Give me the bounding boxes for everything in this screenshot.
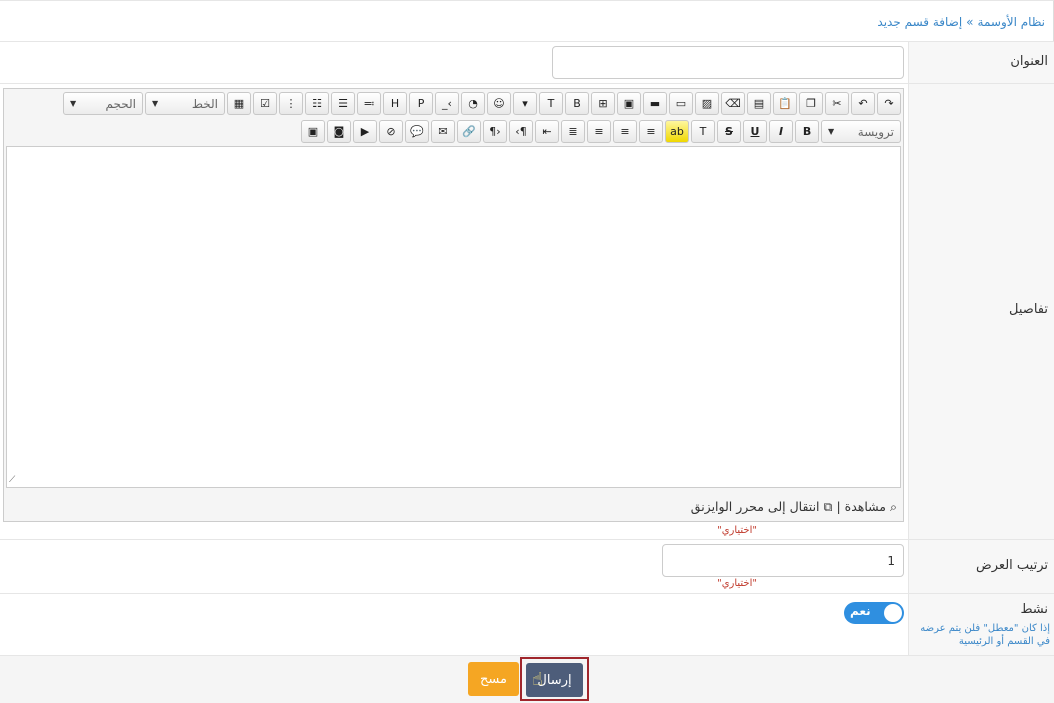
insert-gallery-icon[interactable]: ◙ [327, 120, 351, 143]
display-order-label-cell: ترتيب العرض [908, 540, 1054, 593]
details-optional-note: "اختياري" [717, 525, 757, 536]
unordered-list-icon[interactable]: ☰ [331, 92, 355, 115]
align-left-icon[interactable]: ≡ [639, 120, 663, 143]
insert-text-icon[interactable]: T [539, 92, 563, 115]
details-row: تفاصيل ↷ ↶ ✂ ❐ 📋 ▤ ⌫ ▨ ▭ ▬ ▣ ⊞ B T ▾ ☺ ◔… [0, 83, 1054, 539]
submit-focus-outline: إرسال ☝ [520, 657, 589, 701]
insert-movie-icon[interactable]: ▣ [301, 120, 325, 143]
footer-divider: | [836, 499, 841, 514]
justify-icon[interactable]: ≣ [561, 120, 585, 143]
bold-icon[interactable]: B [795, 120, 819, 143]
breadcrumb: نظام الأوسمة »إضافة قسم جديد [877, 7, 1045, 41]
strikethrough-icon[interactable]: S [717, 120, 741, 143]
link-icon[interactable]: 🔗 [457, 120, 481, 143]
clear-button[interactable]: مسح [468, 662, 519, 696]
title-content-cell [0, 42, 907, 83]
active-content-cell: نعم [0, 594, 907, 655]
checklist-icon[interactable]: ☑ [253, 92, 277, 115]
ordered-list-icon[interactable]: ≔ [357, 92, 381, 115]
title-input[interactable] [552, 46, 904, 79]
active-label-cell: نشط إذا كان "معطل" فلن يتم عرضه في القسم… [908, 594, 1054, 655]
cut-icon[interactable]: ✂ [825, 92, 849, 115]
display-order-label: ترتيب العرض [976, 558, 1048, 573]
highlight-icon[interactable]: ab [665, 120, 689, 143]
title-label: العنوان [1010, 54, 1048, 69]
chevron-down-icon: ▼ [70, 99, 77, 108]
details-content-cell: ↷ ↶ ✂ ❐ 📋 ▤ ⌫ ▨ ▭ ▬ ▣ ⊞ B T ▾ ☺ ◔ ›_ P H… [0, 84, 907, 539]
active-toggle[interactable]: نعم [844, 602, 904, 624]
php-code-icon[interactable]: P [409, 92, 433, 115]
search-icon: ⌕ [889, 499, 897, 514]
insert-box-icon[interactable]: ▭ [669, 92, 693, 115]
resize-grip-icon[interactable]: ⟋ [9, 475, 15, 485]
font-family-select-label: الخط [191, 96, 218, 111]
active-label: نشط [1020, 602, 1048, 617]
insert-image-icon[interactable]: ▨ [695, 92, 719, 115]
list-style-icon[interactable]: ☷ [305, 92, 329, 115]
insert-snapshot-icon[interactable]: ◔ [461, 92, 485, 115]
underline-icon[interactable]: U [743, 120, 767, 143]
ltr-direction-icon[interactable]: ¶› [509, 120, 533, 143]
outdent-icon[interactable]: ⇤ [535, 120, 559, 143]
switch-editor-link[interactable]: انتقال إلى محرر الوايزنق [691, 499, 820, 514]
breadcrumb-separator: » [966, 15, 974, 29]
form-actions: مسح إرسال ☝ [0, 655, 1054, 703]
code-icon[interactable]: ›_ [435, 92, 459, 115]
display-order-optional-note: "اختياري" [717, 578, 757, 589]
rtl-direction-icon[interactable]: ‹¶ [483, 120, 507, 143]
qr-code-icon[interactable]: ▦ [227, 92, 251, 115]
quote-icon[interactable]: 💬 [405, 120, 429, 143]
title-label-cell: العنوان [908, 42, 1054, 83]
rich-text-editor: ↷ ↶ ✂ ❐ 📋 ▤ ⌫ ▨ ▭ ▬ ▣ ⊞ B T ▾ ☺ ◔ ›_ P H… [3, 88, 904, 522]
window-icon: ⧉ [823, 499, 833, 514]
email-icon[interactable]: ✉ [431, 120, 455, 143]
display-order-row: ترتيب العرض "اختياري" [0, 539, 1054, 593]
unlink-icon[interactable]: ⊘ [379, 120, 403, 143]
heading-select[interactable]: ترويسة ▼ [821, 120, 901, 143]
display-order-content-cell: "اختياري" [0, 540, 907, 593]
editor-toolbar-row-1: ↷ ↶ ✂ ❐ 📋 ▤ ⌫ ▨ ▭ ▬ ▣ ⊞ B T ▾ ☺ ◔ ›_ P H… [63, 92, 901, 116]
preview-link[interactable]: مشاهدة [845, 499, 886, 514]
align-center-icon[interactable]: ≡ [613, 120, 637, 143]
smiley-icon[interactable]: ☺ [487, 92, 511, 115]
paste-text-icon[interactable]: ▤ [747, 92, 771, 115]
chevron-down-icon: ▼ [152, 99, 159, 108]
font-size-select-label: الحجم [105, 96, 136, 111]
italic-icon[interactable]: I [769, 120, 793, 143]
breadcrumb-root-link[interactable]: نظام الأوسمة [978, 15, 1045, 29]
text-color-icon[interactable]: T [691, 120, 715, 143]
insert-attachment-icon[interactable]: ▬ [643, 92, 667, 115]
toggle-knob [884, 604, 902, 622]
paste-icon[interactable]: 📋 [773, 92, 797, 115]
details-label-cell: تفاصيل [908, 84, 1054, 539]
editor-text-area[interactable]: ⟋ [6, 146, 901, 488]
breadcrumb-current: إضافة قسم جديد [877, 15, 963, 29]
active-row: نشط إذا كان "معطل" فلن يتم عرضه في القسم… [0, 593, 1054, 655]
remove-format-icon[interactable]: ⌫ [721, 92, 745, 115]
insert-bbcode-icon[interactable]: B [565, 92, 589, 115]
undo-icon[interactable]: ↶ [851, 92, 875, 115]
active-toggle-label: نعم [850, 604, 871, 618]
editor-footer: ⌕ مشاهدة | ⧉ انتقال إلى محرر الوايزنق [691, 499, 897, 515]
font-size-select[interactable]: الحجم ▼ [63, 92, 143, 115]
chevron-down-icon: ▼ [828, 127, 835, 136]
insert-media-icon[interactable]: ▣ [617, 92, 641, 115]
align-right-icon[interactable]: ≡ [587, 120, 611, 143]
copy-icon[interactable]: ❐ [799, 92, 823, 115]
page-frame: نظام الأوسمة »إضافة قسم جديد العنوان تفاص… [0, 0, 1054, 703]
font-family-select[interactable]: الخط ▼ [145, 92, 225, 115]
display-order-input[interactable] [662, 544, 904, 577]
title-row: العنوان [0, 41, 1054, 83]
insert-video-icon[interactable]: ▶ [353, 120, 377, 143]
details-label: تفاصيل [1009, 302, 1048, 317]
active-help-text: إذا كان "معطل" فلن يتم عرضه في القسم أو … [920, 623, 1050, 647]
redo-icon[interactable]: ↷ [877, 92, 901, 115]
insert-bbcode-down-icon[interactable]: ▾ [513, 92, 537, 115]
editor-toolbar-row-2: ترويسة ▼ B I U S T ab ≡ ≡ ≡ ≣ ⇤ ¶› ‹¶ 🔗 … [301, 120, 901, 144]
indent-list-icon[interactable]: ⋮ [279, 92, 303, 115]
html-code-icon[interactable]: H [383, 92, 407, 115]
heading-select-label: ترويسة [857, 124, 894, 139]
insert-table-icon[interactable]: ⊞ [591, 92, 615, 115]
hand-cursor-icon: ☝ [532, 669, 543, 690]
